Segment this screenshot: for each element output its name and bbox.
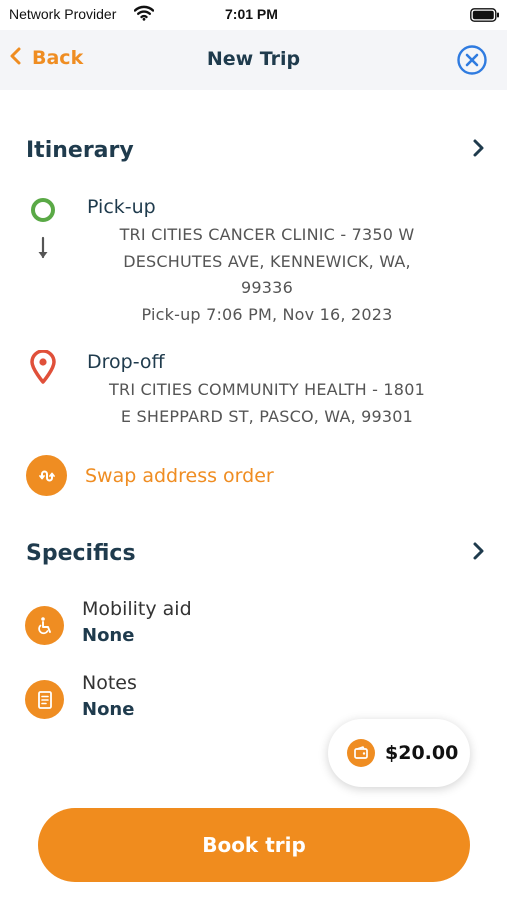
book-trip-label: Book trip (202, 833, 306, 857)
mobility-aid-row[interactable]: Mobility aid None (25, 598, 285, 654)
swap-icon (26, 455, 67, 496)
close-circle-icon (457, 45, 487, 75)
dropoff-label: Drop-off (87, 351, 165, 373)
battery-icon (470, 7, 500, 26)
wheelchair-icon (25, 606, 64, 645)
close-button[interactable] (456, 44, 488, 76)
wifi-icon (133, 5, 155, 25)
fare-price: $20.00 (385, 742, 459, 764)
notes-value: None (82, 699, 135, 720)
book-trip-button[interactable]: Book trip (38, 808, 470, 882)
wallet-icon (347, 739, 375, 767)
map-pin-icon (30, 349, 56, 388)
chevron-right-icon (472, 540, 486, 566)
notes-row[interactable]: Notes None (25, 672, 285, 728)
mobility-aid-label: Mobility aid (82, 598, 192, 620)
mobility-aid-value: None (82, 625, 135, 646)
swap-address-button[interactable]: Swap address order (26, 455, 274, 496)
specifics-header[interactable]: Specifics (26, 540, 486, 566)
pickup-address: TRI CITIES CANCER CLINIC - 7350 W DESCHU… (72, 222, 462, 328)
fare-price-button[interactable]: $20.00 (328, 719, 470, 787)
navigation-bar: Back New Trip (0, 30, 507, 90)
dropoff-address: TRI CITIES COMMUNITY HEALTH - 1801 E SHE… (72, 377, 462, 430)
chevron-right-icon (472, 137, 486, 163)
dropoff-address-line: TRI CITIES COMMUNITY HEALTH - 1801 (109, 380, 425, 399)
itinerary-title: Itinerary (26, 137, 134, 163)
specifics-title: Specifics (26, 540, 136, 566)
status-bar: Network Provider 7:01 PM (0, 0, 507, 30)
swap-address-label: Swap address order (85, 464, 274, 487)
pickup-circle-icon (30, 197, 56, 227)
dropoff-address-line: E SHEPPARD ST, PASCO, WA, 99301 (120, 406, 414, 426)
notes-icon (25, 680, 64, 719)
pickup-address-line: TRI CITIES CANCER CLINIC - 7350 W (119, 225, 415, 244)
itinerary-header[interactable]: Itinerary (26, 137, 486, 163)
page-title: New Trip (206, 48, 301, 70)
carrier-label: Network Provider (9, 6, 117, 22)
arrow-down-icon (36, 236, 50, 266)
pickup-label: Pick-up (87, 196, 156, 218)
pickup-time: Pick-up 7:06 PM, Nov 16, 2023 (141, 304, 393, 324)
pickup-address-line: 99336 (241, 278, 293, 297)
notes-label: Notes (82, 672, 137, 694)
clock: 7:01 PM (225, 6, 278, 22)
pickup-address-line: DESCHUTES AVE, KENNEWICK, WA, (123, 251, 411, 271)
